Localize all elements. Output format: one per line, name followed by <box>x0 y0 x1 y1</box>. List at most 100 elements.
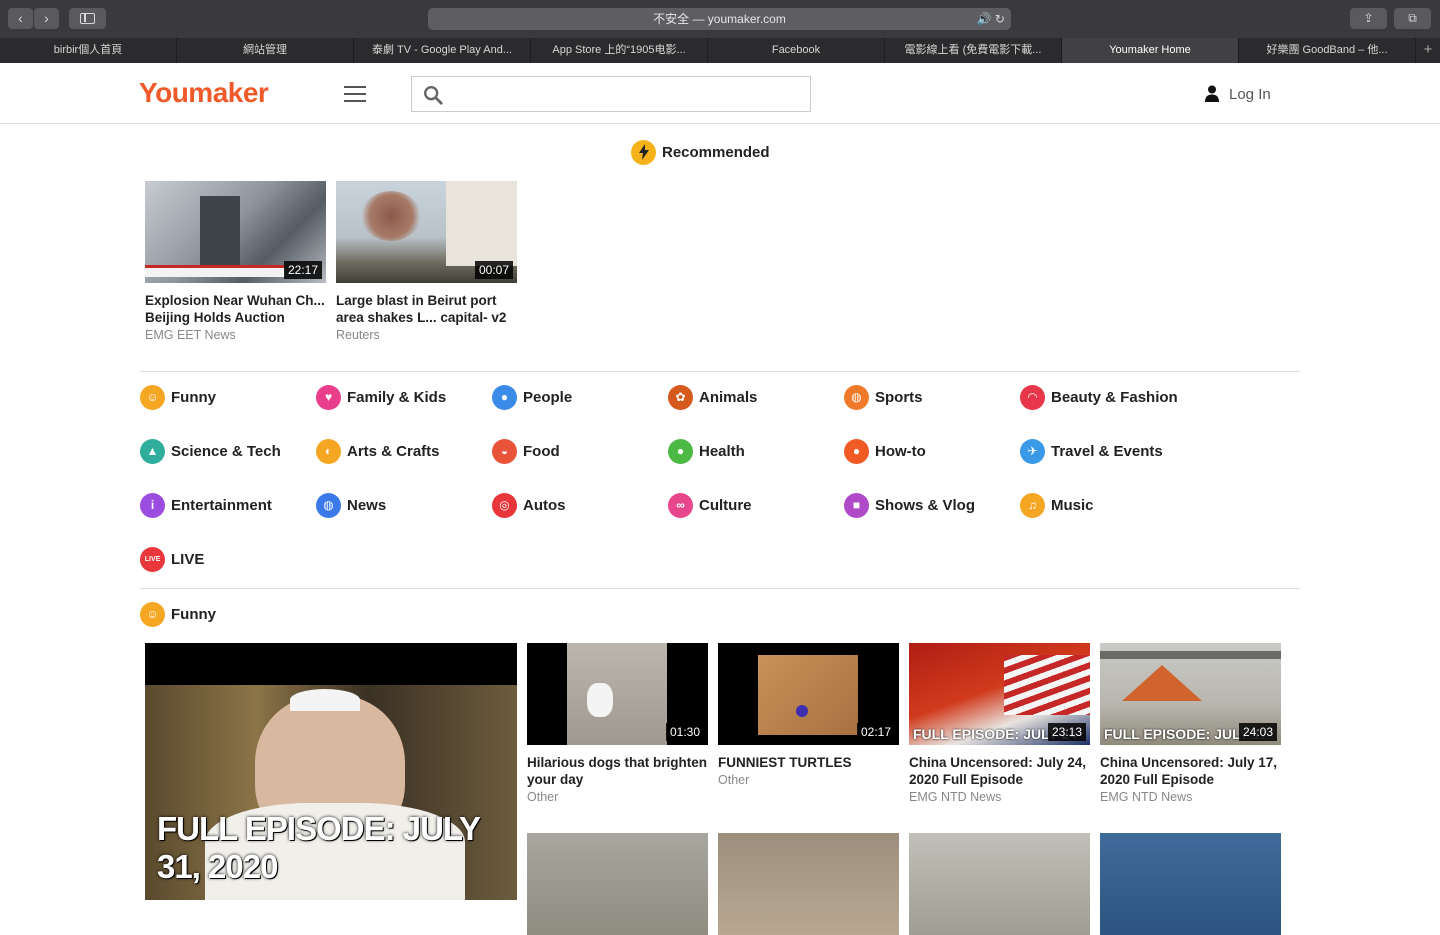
sidebar-toggle-button[interactable] <box>69 8 106 29</box>
browser-tab[interactable]: Facebook <box>708 38 885 63</box>
category-animals[interactable]: ✿ Animals <box>668 384 757 410</box>
login-label: Log In <box>1229 86 1271 103</box>
search-input[interactable] <box>411 76 811 112</box>
video-thumbnail[interactable] <box>1100 833 1281 935</box>
login-button[interactable]: Log In <box>1205 85 1271 103</box>
video-thumbnail[interactable]: 00:07 <box>336 181 517 283</box>
category-label: Science & Tech <box>171 442 281 460</box>
share-button[interactable]: ⇪ <box>1350 8 1387 29</box>
video-channel[interactable]: EMG NTD News <box>909 790 1090 804</box>
video-card[interactable]: FULL EPISODE: JULY 24 23:13 China Uncens… <box>909 643 1090 804</box>
address-text: 不安全 — youmaker.com <box>653 12 786 26</box>
video-thumbnail[interactable] <box>909 833 1090 935</box>
flask-icon: ▲ <box>140 438 165 464</box>
smile-icon: ☺ <box>140 384 165 410</box>
category-label: Shows & Vlog <box>875 496 976 514</box>
new-tab-button[interactable]: + <box>1416 38 1440 63</box>
site-logo[interactable]: Youmaker <box>139 77 269 109</box>
glasses-icon: ∞ <box>668 492 693 518</box>
video-thumbnail[interactable]: FULL EPISODE: JULY 17 24:03 <box>1100 643 1281 745</box>
browser-tab[interactable]: 好樂團 GoodBand – 他... <box>1239 38 1416 63</box>
category-people[interactable]: ● People <box>492 384 572 410</box>
category-arts-crafts[interactable]: ◐ Arts & Crafts <box>316 438 440 464</box>
category-sports[interactable]: ◍ Sports <box>844 384 923 410</box>
video-title[interactable]: Hilarious dogs that brighten your day <box>527 754 708 788</box>
video-title[interactable]: Large blast in Beirut port area shakes L… <box>336 292 517 326</box>
browser-tab[interactable]: birbir個人首頁 <box>0 38 177 63</box>
category-culture[interactable]: ∞ Culture <box>668 492 752 518</box>
video-thumbnail[interactable]: 22:17 <box>145 181 326 283</box>
category-autos[interactable]: ◎ Autos <box>492 492 566 518</box>
back-button[interactable]: ‹ <box>8 8 33 29</box>
browser-tab[interactable]: App Store 上的“1905电影... <box>531 38 708 63</box>
user-icon <box>1205 85 1219 102</box>
video-card[interactable]: 00:07 Large blast in Beirut port area sh… <box>336 181 517 342</box>
category-label: Travel & Events <box>1051 442 1163 460</box>
video-card[interactable] <box>527 833 708 935</box>
featured-video-thumbnail[interactable]: FULL EPISODE: JULY 31, 2020 <box>145 643 517 900</box>
search-icon[interactable] <box>422 84 444 106</box>
category-live[interactable]: LIVE LIVE <box>140 546 204 572</box>
category-label: Arts & Crafts <box>347 442 440 460</box>
video-card[interactable]: 22:17 Explosion Near Wuhan Ch... Beijing… <box>145 181 326 342</box>
recommended-header: Recommended <box>631 139 770 165</box>
video-title[interactable]: China Uncensored: July 17, 2020 Full Epi… <box>1100 754 1281 788</box>
menu-icon[interactable] <box>344 86 366 102</box>
bolt-icon <box>631 139 656 165</box>
category-label: News <box>347 496 387 514</box>
lips-icon: ◠ <box>1020 384 1045 410</box>
category-music[interactable]: ♫ Music <box>1020 492 1094 518</box>
category-how-to[interactable]: ● How-to <box>844 438 926 464</box>
category-travel-events[interactable]: ✈ Travel & Events <box>1020 438 1163 464</box>
video-card[interactable] <box>1100 833 1281 935</box>
chevron-left-icon: ‹ <box>18 10 23 26</box>
category-label: Autos <box>523 496 566 514</box>
video-thumbnail[interactable]: FULL EPISODE: JULY 24 23:13 <box>909 643 1090 745</box>
category-family-kids[interactable]: ♥ Family & Kids <box>316 384 446 410</box>
video-title[interactable]: Explosion Near Wuhan Ch... Beijing Holds… <box>145 292 326 326</box>
recommended-title: Recommended <box>662 143 770 161</box>
video-channel[interactable]: Other <box>527 790 708 804</box>
show-tabs-button[interactable]: ⧉ <box>1394 8 1431 29</box>
category-beauty-fashion[interactable]: ◠ Beauty & Fashion <box>1020 384 1178 410</box>
video-channel[interactable]: EMG NTD News <box>1100 790 1281 804</box>
video-thumbnail[interactable]: 02:17 <box>718 643 899 745</box>
video-title[interactable]: FUNNIEST TURTLES <box>718 754 899 771</box>
category-science-tech[interactable]: ▲ Science & Tech <box>140 438 281 464</box>
ball-icon: ◍ <box>844 384 869 410</box>
video-channel[interactable]: EMG EET News <box>145 328 326 342</box>
video-channel[interactable]: Other <box>718 773 899 787</box>
video-title[interactable]: China Uncensored: July 24, 2020 Full Epi… <box>909 754 1090 788</box>
forward-button[interactable]: › <box>34 8 59 29</box>
video-card[interactable] <box>909 833 1090 935</box>
category-food[interactable]: ◒ Food <box>492 438 560 464</box>
browser-tab-active[interactable]: Youmaker Home <box>1062 38 1239 63</box>
video-channel[interactable]: Reuters <box>336 328 517 342</box>
funny-section-header[interactable]: ☺ Funny <box>140 601 216 627</box>
browser-tab[interactable]: 網站管理 <box>177 38 354 63</box>
featured-video-caption: FULL EPISODE: JULY 31, 2020 <box>157 810 480 885</box>
smile-icon: ☺ <box>140 601 165 627</box>
address-bar[interactable]: 不安全 — youmaker.com 🔊 ↻ <box>428 8 1011 30</box>
category-entertainment[interactable]: i Entertainment <box>140 492 272 518</box>
video-card[interactable]: 02:17 FUNNIEST TURTLES Other <box>718 643 899 787</box>
category-label: Entertainment <box>171 496 272 514</box>
video-card[interactable] <box>718 833 899 935</box>
reload-icon[interactable]: 🔊 ↻ <box>977 8 1005 30</box>
browser-tab[interactable]: 泰劇 TV - Google Play And... <box>354 38 531 63</box>
funny-section-title: Funny <box>171 605 216 623</box>
browser-tab[interactable]: 電影線上看 (免費電影下載... <box>885 38 1062 63</box>
category-funny[interactable]: ☺ Funny <box>140 384 216 410</box>
category-shows-vlog[interactable]: ■ Shows & Vlog <box>844 492 975 518</box>
video-card[interactable]: 01:30 Hilarious dogs that brighten your … <box>527 643 708 804</box>
paw-icon: ✿ <box>668 384 693 410</box>
category-health[interactable]: ● Health <box>668 438 745 464</box>
plane-icon: ✈ <box>1020 438 1045 464</box>
video-thumbnail[interactable] <box>718 833 899 935</box>
share-icon: ⇪ <box>1363 11 1374 25</box>
video-thumbnail[interactable]: 01:30 <box>527 643 708 745</box>
video-card[interactable]: FULL EPISODE: JULY 17 24:03 China Uncens… <box>1100 643 1281 804</box>
category-news[interactable]: ◍ News <box>316 492 386 518</box>
video-thumbnail[interactable] <box>527 833 708 935</box>
site-header: Youmaker Log In <box>0 63 1440 124</box>
